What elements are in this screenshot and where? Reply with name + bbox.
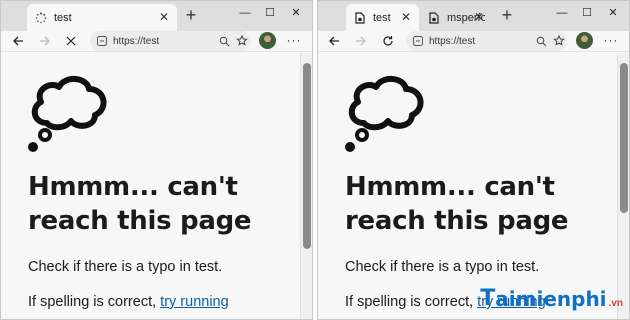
tab-close-button[interactable]: ✕	[399, 10, 413, 24]
forward-arrow-icon	[356, 36, 366, 46]
spelling-hint: If spelling is correct, try running	[28, 294, 229, 310]
left-browser-window: test ✕ + — ☐ ✕ https://test ··· Hmmm... …	[0, 0, 313, 320]
new-tab-button[interactable]: +	[498, 6, 516, 25]
refresh-button[interactable]	[378, 32, 398, 50]
maximize-button[interactable]: ☐	[259, 4, 281, 22]
watermark-tld: .vn	[608, 298, 623, 309]
forward-button[interactable]	[35, 32, 55, 50]
page-icon	[353, 11, 367, 25]
favorite-star-icon[interactable]	[233, 35, 251, 47]
url-text: https://test	[429, 35, 476, 47]
refresh-icon	[383, 36, 393, 46]
maximize-button[interactable]: ☐	[576, 4, 598, 22]
back-arrow-icon	[13, 36, 23, 46]
tab-strip: test ✕ msperform ✕ + — ☐ ✕	[318, 1, 629, 31]
tab-test[interactable]: test ✕	[27, 4, 177, 31]
info-icon[interactable]	[97, 36, 107, 46]
tab-label: test	[373, 11, 391, 24]
tab-msperform[interactable]: msperform ✕	[420, 4, 492, 31]
spelling-hint-prefix: If spelling is correct,	[28, 294, 161, 310]
tab-strip: test ✕ + — ☐ ✕	[1, 1, 312, 31]
error-heading: Hmmm... can't reach this page	[28, 172, 252, 236]
right-browser-window: test ✕ msperform ✕ + — ☐ ✕	[317, 0, 630, 320]
profile-avatar[interactable]	[259, 32, 276, 49]
tab-label: test	[54, 11, 72, 24]
forward-arrow-icon	[40, 36, 50, 46]
minimize-button[interactable]: —	[551, 4, 573, 22]
zoom-icon[interactable]	[532, 36, 550, 47]
more-options-button[interactable]: ···	[602, 32, 620, 50]
profile-avatar[interactable]	[576, 32, 593, 49]
vertical-scrollbar[interactable]	[617, 53, 629, 319]
zoom-icon[interactable]	[215, 36, 233, 47]
back-button[interactable]	[8, 32, 28, 50]
tab-close-button[interactable]: ✕	[157, 10, 171, 24]
loading-icon	[34, 11, 48, 25]
forward-button[interactable]	[351, 32, 371, 50]
close-window-button[interactable]: ✕	[285, 4, 307, 22]
try-running-link[interactable]: try running	[160, 294, 229, 310]
typo-hint-text: Check if there is a typo in test.	[345, 259, 540, 275]
error-heading: Hmmm... can't reach this page	[345, 172, 569, 236]
stop-x-icon	[66, 36, 76, 46]
thought-cloud-icon	[342, 71, 428, 158]
back-arrow-icon	[329, 36, 339, 46]
stop-button[interactable]	[61, 32, 81, 50]
info-icon[interactable]	[413, 36, 423, 46]
tab-test[interactable]: test ✕	[346, 4, 419, 31]
thought-cloud-icon	[25, 71, 111, 158]
close-window-button[interactable]: ✕	[602, 4, 624, 22]
address-bar[interactable]: https://test	[406, 31, 568, 51]
favorite-star-icon[interactable]	[550, 35, 568, 47]
watermark-brand: aimienphi	[495, 287, 607, 311]
tab-close-button[interactable]: ✕	[472, 10, 486, 24]
url-text: https://test	[113, 35, 160, 47]
error-page: Hmmm... can't reach this page Check if t…	[318, 53, 617, 319]
address-bar[interactable]: https://test	[90, 31, 251, 51]
spelling-hint-prefix: If spelling is correct,	[345, 294, 478, 310]
scrollbar-thumb[interactable]	[620, 63, 628, 213]
more-options-button[interactable]: ···	[285, 32, 303, 50]
watermark-logo: Taimienphi .vn	[480, 286, 623, 311]
typo-hint-text: Check if there is a typo in test.	[28, 259, 223, 275]
screenshot-stage: test ✕ + — ☐ ✕ https://test ··· Hmmm... …	[0, 0, 630, 320]
minimize-button[interactable]: —	[234, 4, 256, 22]
back-button[interactable]	[324, 32, 344, 50]
toolbar: https://test ···	[318, 31, 629, 52]
toolbar: https://test ···	[1, 31, 312, 52]
vertical-scrollbar[interactable]	[300, 53, 312, 319]
scrollbar-thumb[interactable]	[303, 63, 311, 249]
page-icon	[427, 11, 441, 25]
watermark-t: T	[480, 286, 496, 311]
error-page: Hmmm... can't reach this page Check if t…	[1, 53, 300, 319]
new-tab-button[interactable]: +	[182, 6, 200, 25]
